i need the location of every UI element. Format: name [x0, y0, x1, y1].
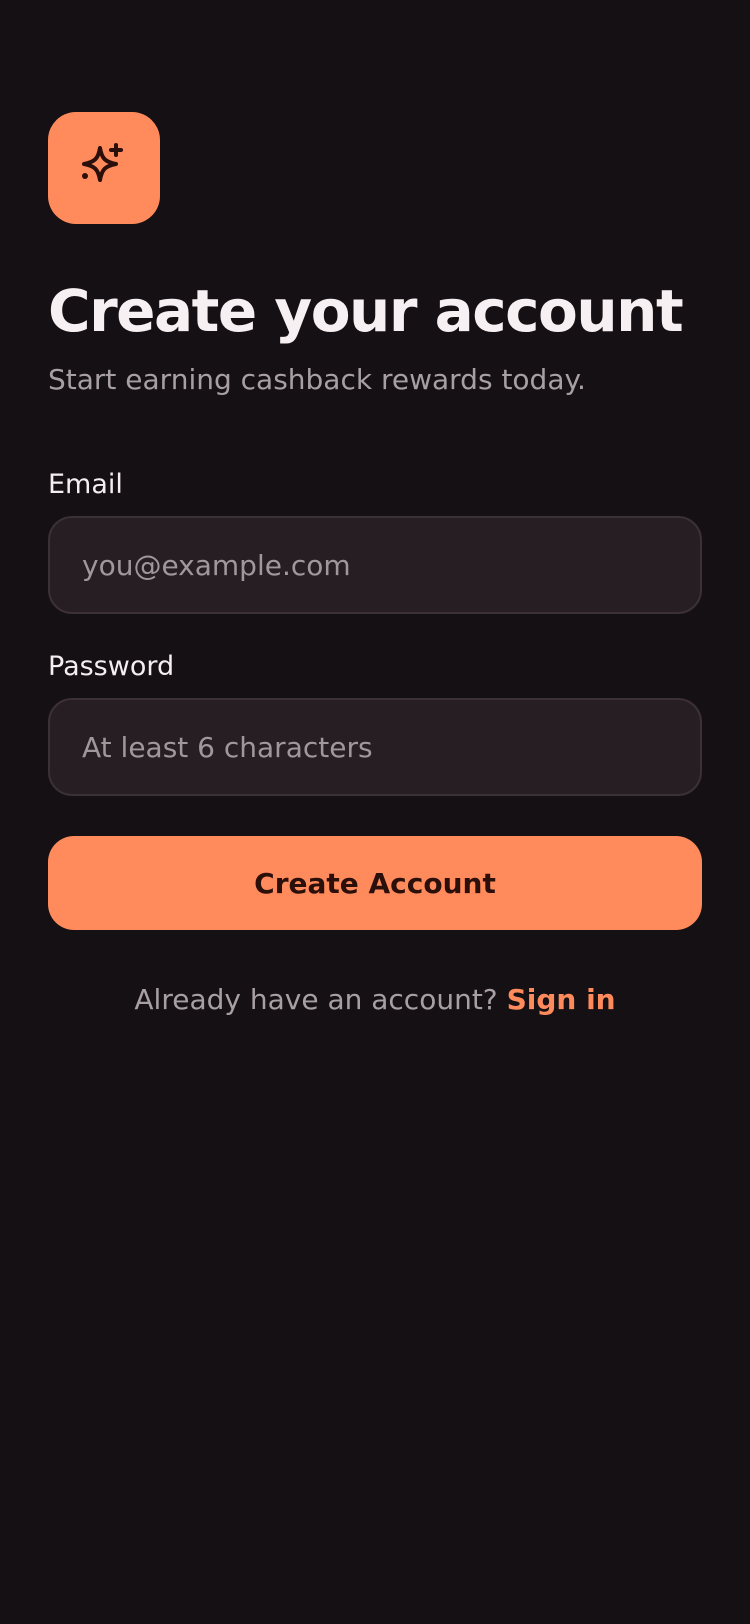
email-label: Email — [48, 469, 123, 500]
create-account-button[interactable]: Create Account — [48, 836, 702, 930]
password-label: Password — [48, 651, 175, 682]
signin-prompt-text: Already have an account? — [134, 983, 498, 1016]
page-title: Create your account — [48, 277, 684, 345]
signin-prompt-row: Already have an account? Sign in — [48, 982, 702, 1018]
sparkles-icon — [82, 143, 123, 182]
signup-screen: Create your account Start earning cashba… — [0, 0, 750, 1624]
page-subtitle: Start earning cashback rewards today. — [48, 363, 586, 396]
sign-in-link[interactable]: Sign in — [507, 983, 616, 1016]
signup-content: Create your account Start earning cashba… — [48, 112, 702, 1018]
app-logo — [48, 112, 160, 224]
email-input[interactable] — [48, 516, 702, 614]
password-input[interactable] — [48, 698, 702, 796]
